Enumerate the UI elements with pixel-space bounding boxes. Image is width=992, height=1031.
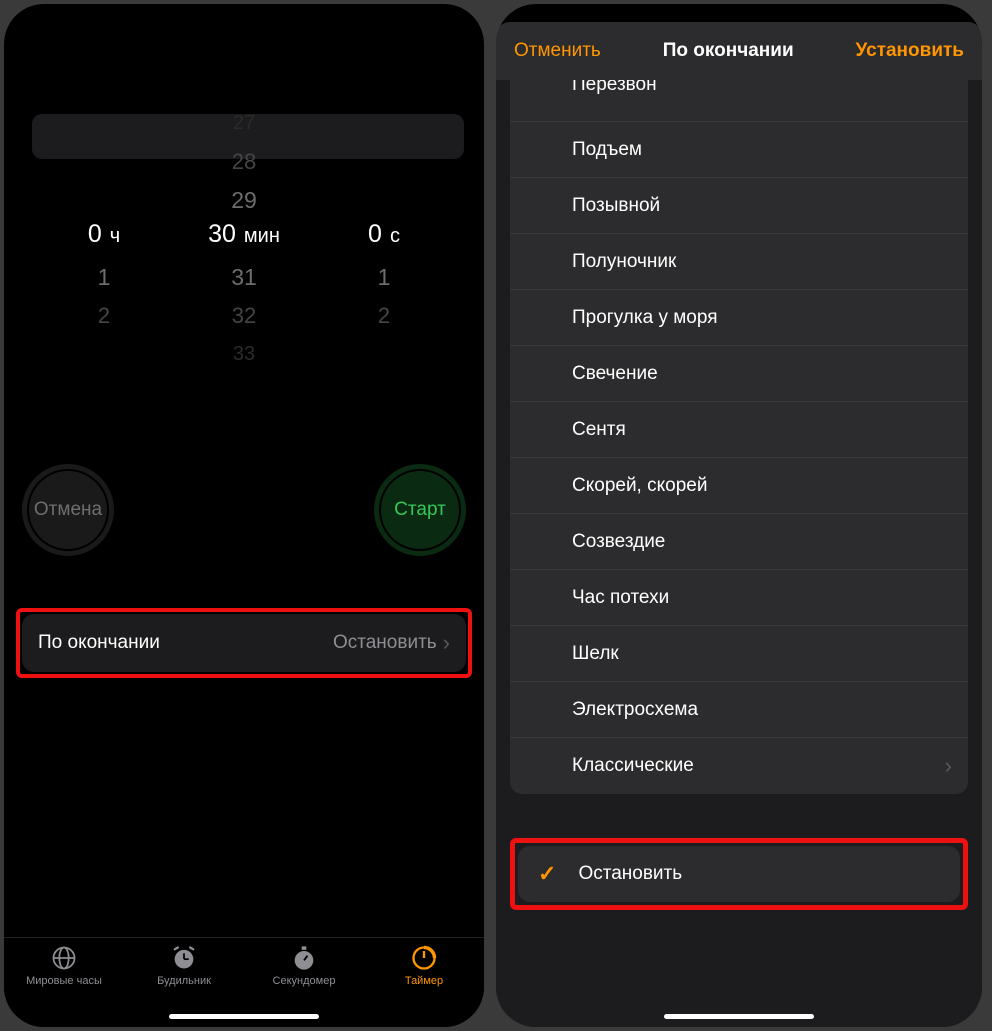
time-picker[interactable]: 0ч 1 2 27 28 29 30мин 31 32 33 0с (34, 104, 454, 374)
sound-item[interactable]: Сентя (510, 402, 968, 458)
chevron-right-icon: › (945, 753, 952, 779)
timer-screen: 0ч 1 2 27 28 29 30мин 31 32 33 0с (4, 4, 484, 1027)
picker-minutes-unit: мин (244, 225, 280, 248)
sound-item[interactable]: Свечение (510, 346, 968, 402)
tab-label: Будильник (157, 975, 211, 987)
timer-icon (410, 944, 438, 972)
sound-picker-screen: Отменить По окончании Установить Перезво… (496, 4, 982, 1027)
sound-item[interactable]: Электросхема (510, 682, 968, 738)
stop-label: Остановить (578, 863, 682, 885)
picker-minutes-value: 30 (208, 220, 236, 249)
tab-world-clock[interactable]: Мировые часы (4, 944, 124, 1027)
sound-item[interactable]: Шелк (510, 626, 968, 682)
picker-seconds[interactable]: 0с 1 2 (314, 104, 454, 374)
tab-label: Мировые часы (26, 975, 102, 987)
checkmark-icon: ✓ (538, 861, 556, 887)
picker-hours-value: 0 (88, 220, 102, 249)
sheet-title: По окончании (663, 40, 794, 62)
home-indicator[interactable] (169, 1014, 319, 1019)
picker-minutes[interactable]: 27 28 29 30мин 31 32 33 (174, 104, 314, 374)
cancel-button-label: Отмена (34, 499, 102, 521)
sound-item[interactable]: Подъем (510, 122, 968, 178)
sound-picker-sheet: Отменить По окончании Установить Перезво… (496, 22, 982, 1027)
highlight-box: ✓ Остановить (510, 838, 968, 910)
picker-seconds-unit: с (390, 225, 400, 248)
cancel-button[interactable]: Отменить (514, 40, 601, 62)
globe-icon (50, 944, 78, 972)
picker-seconds-value: 0 (368, 220, 382, 249)
sound-item[interactable]: Позывной (510, 178, 968, 234)
picker-hours-unit: ч (110, 225, 120, 248)
cancel-button[interactable]: Отмена (22, 464, 114, 556)
setting-value: Остановить (333, 632, 437, 654)
start-button-label: Старт (394, 499, 446, 521)
tab-timer[interactable]: Таймер (364, 944, 484, 1027)
stopwatch-icon (290, 944, 318, 972)
tab-label: Секундомер (273, 975, 336, 987)
tab-label: Таймер (405, 975, 443, 987)
set-button[interactable]: Установить (856, 40, 965, 62)
chevron-right-icon: › (443, 630, 450, 656)
home-indicator[interactable] (664, 1014, 814, 1019)
picker-hours[interactable]: 0ч 1 2 (34, 104, 174, 374)
setting-label: По окончании (38, 632, 333, 654)
start-button[interactable]: Старт (374, 464, 466, 556)
sound-item[interactable]: Созвездие (510, 514, 968, 570)
sound-item[interactable]: Полуночник (510, 234, 968, 290)
sound-item[interactable]: Перезвон (510, 80, 968, 122)
sound-list[interactable]: Перезвон Подъем Позывной Полуночник Прог… (510, 80, 968, 794)
when-timer-ends-row[interactable]: По окончании Остановить › (22, 614, 466, 672)
stop-playing-row[interactable]: ✓ Остановить (518, 846, 960, 902)
sound-item[interactable]: Скорей, скорей (510, 458, 968, 514)
sheet-header: Отменить По окончании Установить (496, 22, 982, 80)
sound-item[interactable]: Час потехи (510, 570, 968, 626)
alarm-icon (170, 944, 198, 972)
highlight-box: По окончании Остановить › (16, 608, 472, 678)
classic-sounds-row[interactable]: Классические › (510, 738, 968, 794)
sound-item[interactable]: Прогулка у моря (510, 290, 968, 346)
